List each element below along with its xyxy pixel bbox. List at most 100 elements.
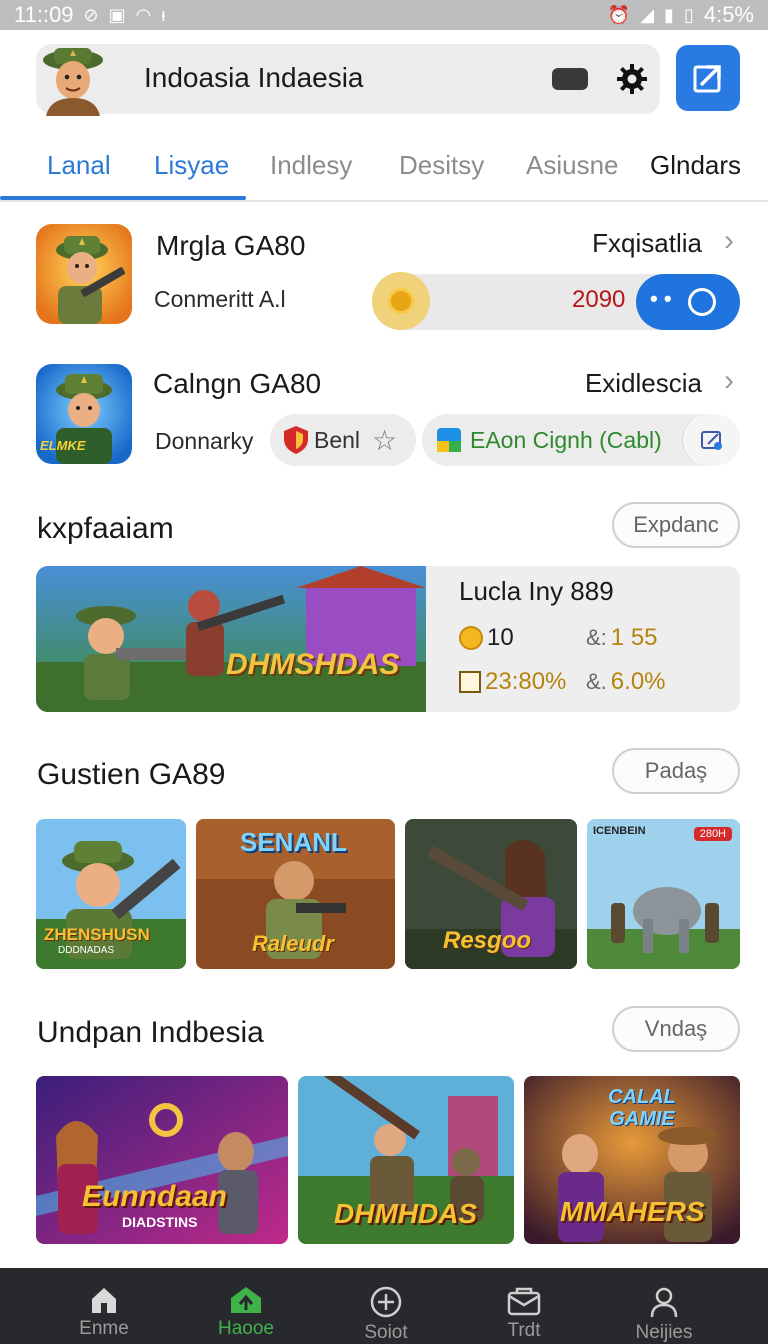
- nav-add[interactable]: Soiot: [326, 1268, 446, 1344]
- slider-toggle[interactable]: • •: [636, 274, 740, 330]
- box-icon: [459, 671, 481, 693]
- app-title[interactable]: Calngn GA80: [153, 368, 321, 400]
- see-all-button[interactable]: Vndaş: [612, 1006, 740, 1052]
- tab-lisyae[interactable]: Lisyae: [154, 150, 229, 181]
- nav-profile[interactable]: Neijies: [604, 1268, 724, 1344]
- tile-caption: Resgoo: [443, 927, 532, 954]
- percent-stat-a: 23:80%: [459, 668, 566, 696]
- more-dots-icon: • •: [650, 286, 672, 311]
- game-tile[interactable]: ZHENSHUSN DDDNADAS: [36, 819, 186, 969]
- nav-inbox[interactable]: Trdt: [464, 1268, 584, 1344]
- user-icon: [650, 1287, 678, 1318]
- tab-indlesy[interactable]: Indlesy: [270, 150, 352, 181]
- tile-title: SENANL: [240, 827, 347, 857]
- app-screen: 11::09 ⊘ ▣ ◠ ᵻ ⏰ ◢ ▮ ▯ 4:5% Indoasia Ind…: [0, 0, 768, 1344]
- ratio-value: 1 55: [610, 624, 658, 651]
- link-icon: &:: [586, 625, 607, 650]
- tile-caption: MMAHERS: [560, 1196, 705, 1227]
- ratio-stat: &: 1 55: [586, 624, 658, 652]
- camera-icon[interactable]: [552, 68, 588, 90]
- tile-caption: Raleudr: [252, 931, 334, 956]
- app-link[interactable]: Fxqisatlia: [592, 228, 702, 259]
- star-icon[interactable]: ☆: [372, 424, 397, 457]
- app-subtitle: Conmeritt A.l: [154, 286, 286, 312]
- ring-icon: [688, 288, 716, 316]
- nav-active[interactable]: Haooe: [186, 1268, 306, 1344]
- tab-glndars[interactable]: Glndars: [650, 150, 741, 181]
- app-grid-icon: [437, 428, 461, 452]
- tab-bar: Lanal Lisyae Indlesy Desitsy Asiusne Gln…: [0, 136, 768, 202]
- wifi-icon: ◠: [135, 5, 152, 25]
- banner-caption: DHMSHDAS: [226, 648, 400, 681]
- battery-icon: ▯: [683, 5, 694, 25]
- percent-value-b: 6.0%: [610, 668, 666, 695]
- percent-value-a: 23:80%: [485, 668, 567, 695]
- avatar[interactable]: [36, 42, 110, 116]
- arrow-up-right-icon: [693, 65, 721, 93]
- tile-caption: DHMHDAS: [334, 1198, 478, 1229]
- home-icon: [92, 1288, 116, 1313]
- signal-icon: ◢: [640, 5, 655, 25]
- nav-home[interactable]: Enme: [44, 1268, 164, 1344]
- bottom-navigation: Enme Haooe Soiot Trdt Neijies: [0, 1268, 768, 1344]
- status-bar: 11::09 ⊘ ▣ ◠ ᵻ ⏰ ◢ ▮ ▯ 4:5%: [0, 0, 768, 30]
- chevron-right-icon[interactable]: ›: [724, 364, 734, 398]
- chip-label: Benl: [314, 426, 361, 453]
- game-tile[interactable]: SENANL Raleudr: [196, 819, 395, 969]
- link-icon: &.: [586, 669, 607, 694]
- category-chip[interactable]: EAon Cignh (Cabl): [422, 414, 740, 466]
- game-tile[interactable]: ICENBEIN 280H: [587, 819, 740, 969]
- game-tile[interactable]: DHMHDAS: [298, 1076, 514, 1244]
- section-title: kxpfaaiam: [37, 512, 174, 545]
- app-icon-label: ELMKE: [40, 438, 86, 453]
- see-all-button[interactable]: Padaş: [612, 748, 740, 794]
- app-subtitle: Donnarky: [155, 428, 254, 454]
- bolt-icon: ᵻ: [161, 5, 166, 25]
- header-title: Indoasia Indaesia: [144, 62, 364, 93]
- plus-circle-icon: [370, 1286, 402, 1318]
- coin-icon: [388, 288, 414, 314]
- status-time: 11::09: [14, 2, 74, 27]
- game-tile[interactable]: CALAL GAMIE MMAHERS: [524, 1076, 740, 1244]
- section-title: Gustien GA89: [37, 758, 226, 791]
- slider-handle[interactable]: [372, 272, 430, 330]
- coin-count: 10: [487, 624, 514, 651]
- tile-label: ICENBEIN: [593, 825, 646, 837]
- game-tile[interactable]: Eunndaan DIADSTINS: [36, 1076, 288, 1244]
- expand-button[interactable]: Expdanc: [612, 502, 740, 548]
- tab-indicator: [0, 196, 246, 200]
- badge-chip[interactable]: Benl ☆: [270, 414, 416, 466]
- mail-icon: [507, 1287, 541, 1316]
- notification-icon: ⊘: [83, 5, 99, 25]
- store-icon: [231, 1287, 261, 1313]
- nav-label: Soiot: [364, 1322, 408, 1343]
- cellular-icon: ▮: [664, 5, 674, 25]
- gallery-icon: ▣: [108, 5, 126, 25]
- tile-badge: 280H: [693, 827, 732, 841]
- edit-icon[interactable]: [682, 414, 740, 466]
- featured-name[interactable]: Lucla Iny 889: [459, 576, 614, 607]
- featured-card[interactable]: DHMSHDAS Lucla Iny 889 10 &: 1 55 23:80%…: [36, 566, 740, 712]
- shield-icon: [284, 426, 308, 454]
- app-icon-soldier[interactable]: [36, 224, 132, 324]
- app-link[interactable]: Exidlescia: [585, 368, 702, 399]
- percent-stat-b: &. 6.0%: [586, 668, 666, 696]
- share-button[interactable]: [676, 45, 740, 111]
- tab-asiusne[interactable]: Asiusne: [526, 150, 619, 181]
- game-tile[interactable]: Resgoo: [405, 819, 577, 969]
- nav-label: Neijies: [635, 1322, 693, 1343]
- tab-desitsy[interactable]: Desitsy: [399, 150, 484, 181]
- chevron-right-icon[interactable]: ›: [724, 224, 734, 258]
- nav-label: Trdt: [507, 1320, 541, 1341]
- game-art: [587, 819, 740, 969]
- tab-lanal[interactable]: Lanal: [47, 150, 111, 181]
- app-title[interactable]: Mrgla GA80: [156, 230, 305, 262]
- gear-icon[interactable]: [616, 63, 648, 95]
- featured-banner[interactable]: [36, 566, 426, 712]
- alarm-icon: ⏰: [607, 5, 631, 25]
- search-bar[interactable]: Indoasia Indaesia: [36, 42, 660, 116]
- nav-label: Haooe: [218, 1318, 274, 1339]
- tile-subcaption: DIADSTINS: [122, 1214, 198, 1230]
- coin-stat: 10: [459, 624, 514, 652]
- edit-glyph-icon: [700, 431, 722, 450]
